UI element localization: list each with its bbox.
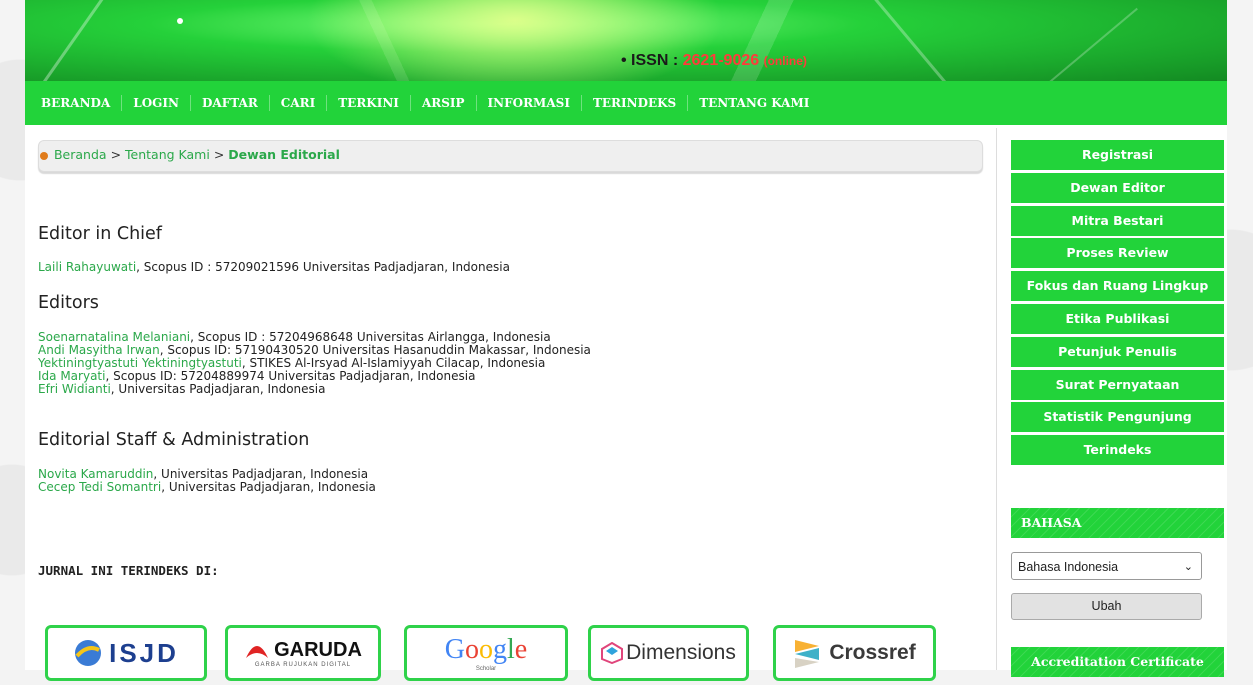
nav-login[interactable]: LOGIN — [122, 95, 191, 111]
sidebar-item-dewan-editor[interactable]: Dewan Editor — [1011, 172, 1224, 203]
person-link[interactable]: Soenarnatalina Melaniani — [38, 330, 190, 344]
nav-cari[interactable]: CARI — [270, 95, 328, 111]
nav-daftar[interactable]: DAFTAR — [191, 95, 270, 111]
nav-tentang-kami[interactable]: TENTANG KAMI — [688, 95, 820, 111]
chevron-down-icon: ⌄ — [1183, 561, 1193, 573]
language-select[interactable]: Bahasa Indonesia ⌄ — [1011, 552, 1202, 580]
crossref-logo[interactable]: Crossref — [773, 625, 936, 681]
nav-beranda[interactable]: BERANDA — [30, 95, 123, 111]
editors-list: Soenarnatalina Melaniani, Scopus ID : 57… — [38, 331, 591, 396]
google-scholar-logo[interactable]: Google Scholar — [404, 625, 568, 681]
editor-in-chief-heading: Editor in Chief — [38, 224, 162, 244]
breadcrumb-about-link[interactable]: Tentang Kami — [125, 147, 210, 162]
garuda-logo[interactable]: GARUDA GARBA RUJUKAN DIGITAL — [225, 625, 381, 681]
breadcrumb-bullet-icon — [40, 151, 48, 160]
crossref-icon — [795, 640, 820, 668]
sidebar-divider — [996, 128, 997, 670]
staff-list: Novita Kamaruddin, Universitas Padjadjar… — [38, 468, 376, 494]
index-logos: ISJD GARUDA GARBA RUJUKAN DIGITAL Google… — [45, 625, 945, 685]
nav-informasi[interactable]: INFORMASI — [477, 95, 582, 111]
issn-number: 2621-9026 — [682, 52, 760, 69]
indexed-title: JURNAL INI TERINDEKS DI: — [38, 563, 219, 578]
main-content: Beranda > Tentang Kami > Dewan Editorial… — [38, 140, 983, 681]
nav-terkini[interactable]: TERKINI — [327, 95, 411, 111]
list-item: Cecep Tedi Somantri, Universitas Padjadj… — [38, 480, 376, 494]
person-link[interactable]: Cecep Tedi Somantri — [38, 480, 161, 494]
sidebar-item-surat-pernyataan[interactable]: Surat Pernyataan — [1011, 369, 1224, 400]
sidebar-item-terindeks[interactable]: Terindeks — [1011, 435, 1224, 466]
list-item: Laili Rahayuwati, Scopus ID : 5720902159… — [38, 260, 510, 274]
isjd-logo[interactable]: ISJD — [45, 625, 207, 681]
header-banner: • ISSN : 2621-9026 (online) — [25, 0, 1227, 81]
person-link[interactable]: Efri Widianti — [38, 382, 111, 396]
sidebar-item-mitra-bestari[interactable]: Mitra Bestari — [1011, 205, 1224, 236]
breadcrumb-current: Dewan Editorial — [228, 147, 340, 162]
sidebar-item-fokus-ruang-lingkup[interactable]: Fokus dan Ruang Lingkup — [1011, 271, 1224, 302]
issn-label: • ISSN : 2621-9026 (online) — [621, 52, 807, 69]
isjd-icon — [75, 640, 102, 666]
change-language-button[interactable]: Ubah — [1011, 593, 1202, 620]
dimensions-logo[interactable]: Dimensions — [588, 625, 749, 681]
editors-heading: Editors — [38, 293, 99, 313]
accreditation-heading: Accreditation Certificate — [1011, 647, 1224, 677]
sidebar-item-registrasi[interactable]: Registrasi — [1011, 140, 1224, 170]
person-link[interactable]: Yektiningtyastuti Yektiningtyastuti — [38, 356, 242, 370]
sidebar-item-petunjuk-penulis[interactable]: Petunjuk Penulis — [1011, 336, 1224, 367]
breadcrumb: Beranda > Tentang Kami > Dewan Editorial — [38, 140, 983, 172]
list-item: Efri Widianti, Universitas Padjadjaran, … — [38, 382, 326, 396]
editor-in-chief-list: Laili Rahayuwati, Scopus ID : 5720902159… — [38, 261, 510, 274]
nav-terindeks[interactable]: TERINDEKS — [582, 95, 689, 111]
sidebar: Registrasi Dewan Editor Mitra Bestari Pr… — [1011, 140, 1224, 677]
sidebar-item-etika-publikasi[interactable]: Etika Publikasi — [1011, 303, 1224, 334]
page-container: • ISSN : 2621-9026 (online) BERANDA LOGI… — [25, 0, 1227, 681]
person-link[interactable]: Laili Rahayuwati — [38, 260, 136, 274]
person-link[interactable]: Novita Kamaruddin — [38, 467, 153, 481]
issn-online: (online) — [763, 54, 807, 68]
dimensions-icon — [601, 642, 624, 664]
nav-arsip[interactable]: ARSIP — [411, 95, 477, 111]
language-heading: BAHASA — [1011, 508, 1224, 538]
person-link[interactable]: Ida Maryati — [38, 369, 105, 383]
garuda-icon — [246, 646, 269, 658]
breadcrumb-home-link[interactable]: Beranda — [54, 147, 107, 162]
sidebar-menu: Registrasi Dewan Editor Mitra Bestari Pr… — [1011, 140, 1224, 466]
staff-heading: Editorial Staff & Administration — [38, 430, 310, 450]
person-link[interactable]: Andi Masyitha Irwan — [38, 343, 160, 357]
main-navigation: BERANDA LOGIN DAFTAR CARI TERKINI ARSIP … — [25, 81, 1227, 125]
sidebar-item-proses-review[interactable]: Proses Review — [1011, 238, 1224, 269]
sidebar-item-statistik-pengunjung[interactable]: Statistik Pengunjung — [1011, 402, 1224, 433]
